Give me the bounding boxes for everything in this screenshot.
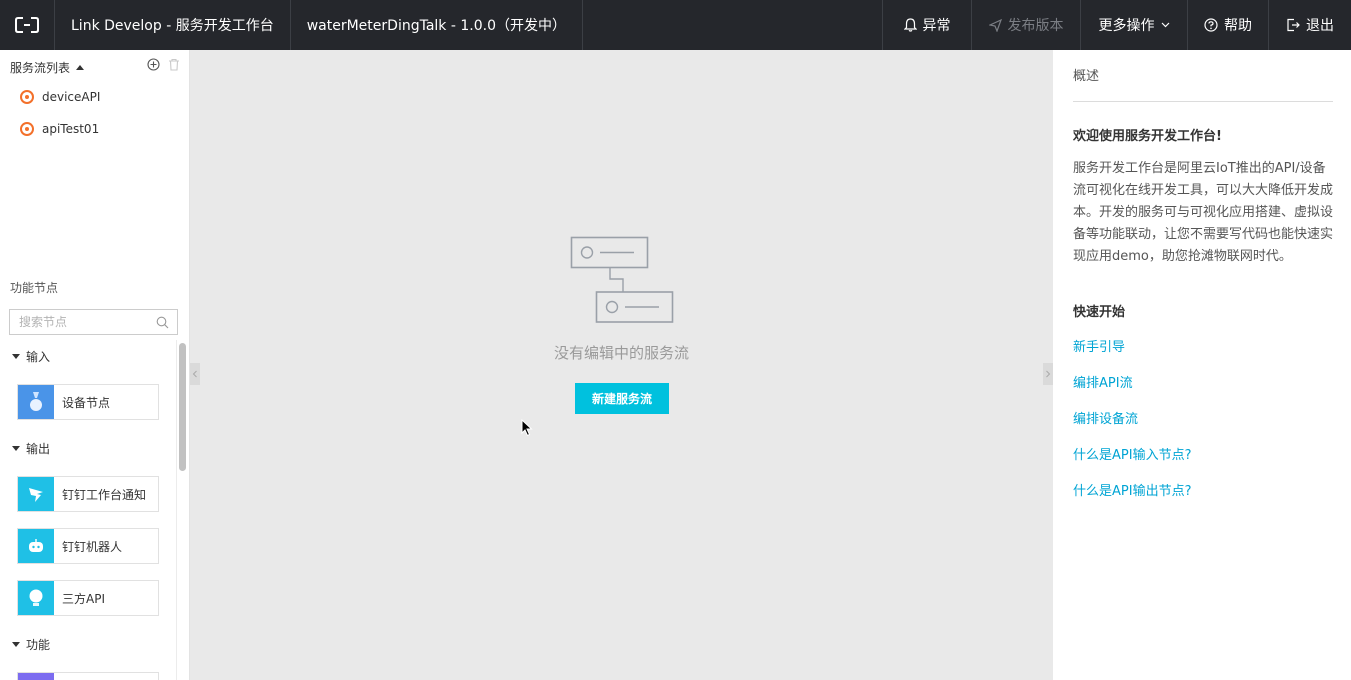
exception-button[interactable]: 异常 xyxy=(882,0,971,50)
link-device-flow[interactable]: 编排设备流 xyxy=(1073,408,1138,427)
link-api-input-node[interactable]: 什么是API输入节点? xyxy=(1073,444,1191,463)
node-search-box[interactable] xyxy=(9,309,178,335)
node-list-scrollbar[interactable] xyxy=(179,343,186,471)
device-node-icon xyxy=(18,385,54,419)
node-ding-robot[interactable]: 钉钉机器人 xyxy=(17,528,159,564)
help-circle-icon xyxy=(1204,18,1218,32)
search-icon[interactable] xyxy=(156,316,169,329)
logout-button[interactable]: 退出 xyxy=(1268,0,1351,50)
robot-icon xyxy=(18,529,54,563)
node-label: 钉钉工作台通知 xyxy=(62,487,147,502)
aliyun-logo-icon xyxy=(15,17,39,33)
logout-icon xyxy=(1287,18,1300,32)
node-label: 钉钉机器人 xyxy=(62,539,123,554)
function-node-icon xyxy=(18,673,54,680)
logout-label: 退出 xyxy=(1306,18,1334,34)
chevron-left-icon xyxy=(192,370,197,378)
group-input-header[interactable]: 输入 xyxy=(12,348,50,365)
node-search-input[interactable] xyxy=(10,310,150,334)
publish-button[interactable]: 发布版本 xyxy=(971,0,1080,50)
divider xyxy=(1073,101,1333,102)
flow-item[interactable]: deviceAPI xyxy=(20,90,100,104)
caret-up-icon xyxy=(76,65,85,70)
node-list-scroll-track xyxy=(176,340,177,680)
overview-panel: 概述 欢迎使用服务开发工作台! 服务开发工作台是阿里云IoT推出的API/设备流… xyxy=(1053,50,1351,680)
publish-label: 发布版本 xyxy=(1007,18,1064,34)
group-function-header[interactable]: 功能 xyxy=(12,636,50,653)
node-device[interactable]: 设备节点 xyxy=(17,384,159,420)
node-function-partial[interactable] xyxy=(17,672,159,680)
link-api-output-node[interactable]: 什么是API输出节点? xyxy=(1073,480,1191,499)
group-input-label: 输入 xyxy=(26,350,51,364)
flow-canvas[interactable]: 没有编辑中的服务流 新建服务流 xyxy=(190,50,1053,680)
bell-icon xyxy=(903,18,917,32)
flow-icon xyxy=(20,90,34,104)
exception-label: 异常 xyxy=(922,18,951,34)
mouse-cursor-icon xyxy=(521,419,533,437)
quick-start-heading: 快速开始 xyxy=(1073,305,1126,320)
caret-down-icon xyxy=(12,642,20,647)
caret-down-icon xyxy=(12,354,20,359)
flow-icon xyxy=(20,122,34,136)
trash-icon[interactable] xyxy=(168,58,180,71)
more-actions-dropdown[interactable]: 更多操作 xyxy=(1080,0,1187,50)
flow-list-header[interactable]: 服务流列表 xyxy=(10,59,85,76)
bulb-icon xyxy=(18,581,54,615)
overview-description: 服务开发工作台是阿里云IoT推出的API/设备流可视化在线开发工具，可以大大降低… xyxy=(1073,161,1334,264)
help-button[interactable]: 帮助 xyxy=(1187,0,1268,50)
welcome-heading: 欢迎使用服务开发工作台! xyxy=(1073,129,1222,144)
more-actions-label: 更多操作 xyxy=(1098,18,1155,34)
empty-flow-illustration-icon xyxy=(570,236,674,323)
flow-item-label: deviceAPI xyxy=(42,90,101,104)
new-flow-button[interactable]: 新建服务流 xyxy=(575,383,669,414)
flow-item[interactable]: apiTest01 xyxy=(20,122,99,136)
flow-item-label: apiTest01 xyxy=(42,122,100,136)
chevron-down-icon xyxy=(1161,22,1169,28)
collapse-left-handle[interactable] xyxy=(190,363,200,385)
add-circle-icon[interactable] xyxy=(147,58,160,71)
function-nodes-title: 功能节点 xyxy=(10,281,59,295)
node-label: 设备节点 xyxy=(62,395,111,410)
left-sidebar: 服务流列表 deviceAPI apiTest01 功能节点 输入 xyxy=(0,50,190,680)
group-function-label: 功能 xyxy=(26,638,51,652)
help-label: 帮助 xyxy=(1224,18,1252,34)
chevron-right-icon xyxy=(1046,370,1051,378)
overview-title: 概述 xyxy=(1073,69,1100,84)
dingtalk-icon xyxy=(18,477,54,511)
group-output-header[interactable]: 输出 xyxy=(12,440,50,457)
top-bar: Link Develop - 服务开发工作台 waterMeterDingTal… xyxy=(0,0,1351,50)
app-title[interactable]: Link Develop - 服务开发工作台 xyxy=(55,0,291,50)
collapse-right-handle[interactable] xyxy=(1043,363,1053,385)
group-output-label: 输出 xyxy=(26,442,51,456)
project-title: waterMeterDingTalk - 1.0.0（开发中） xyxy=(291,0,583,50)
caret-down-icon xyxy=(12,446,20,451)
aliyun-logo[interactable] xyxy=(0,0,55,50)
send-icon xyxy=(988,18,1002,32)
link-beginner-guide[interactable]: 新手引导 xyxy=(1073,336,1125,355)
flow-list-title: 服务流列表 xyxy=(10,61,71,75)
node-ding-notice[interactable]: 钉钉工作台通知 xyxy=(17,476,159,512)
empty-state-text: 没有编辑中的服务流 xyxy=(553,344,689,362)
link-api-flow[interactable]: 编排API流 xyxy=(1073,372,1133,391)
node-label: 三方API xyxy=(62,591,105,606)
node-third-api[interactable]: 三方API xyxy=(17,580,159,616)
